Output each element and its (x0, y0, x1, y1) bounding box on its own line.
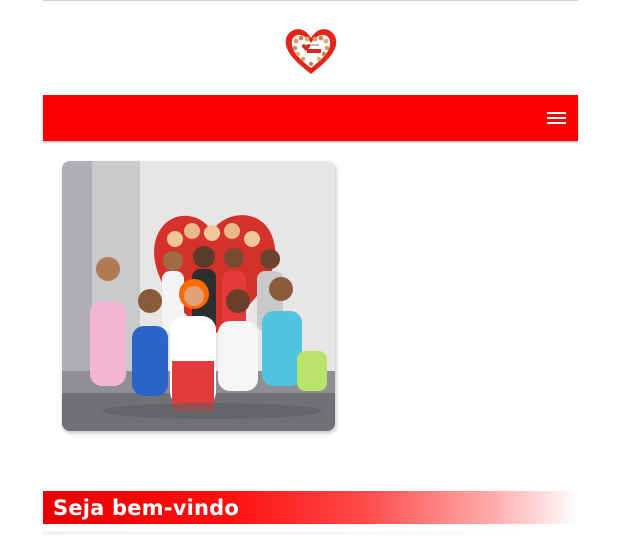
welcome-banner: Seja bem-vindo (43, 491, 578, 524)
group-photo-image (62, 161, 335, 431)
main-navbar (43, 95, 578, 141)
top-divider (43, 0, 578, 1)
heart-logo-icon (285, 29, 337, 74)
welcome-title: Seja bem-vindo (53, 496, 240, 520)
welcome-underline (43, 531, 578, 535)
hamburger-menu-icon[interactable] (547, 109, 567, 127)
site-logo[interactable] (283, 26, 339, 76)
group-photo[interactable] (62, 161, 335, 431)
